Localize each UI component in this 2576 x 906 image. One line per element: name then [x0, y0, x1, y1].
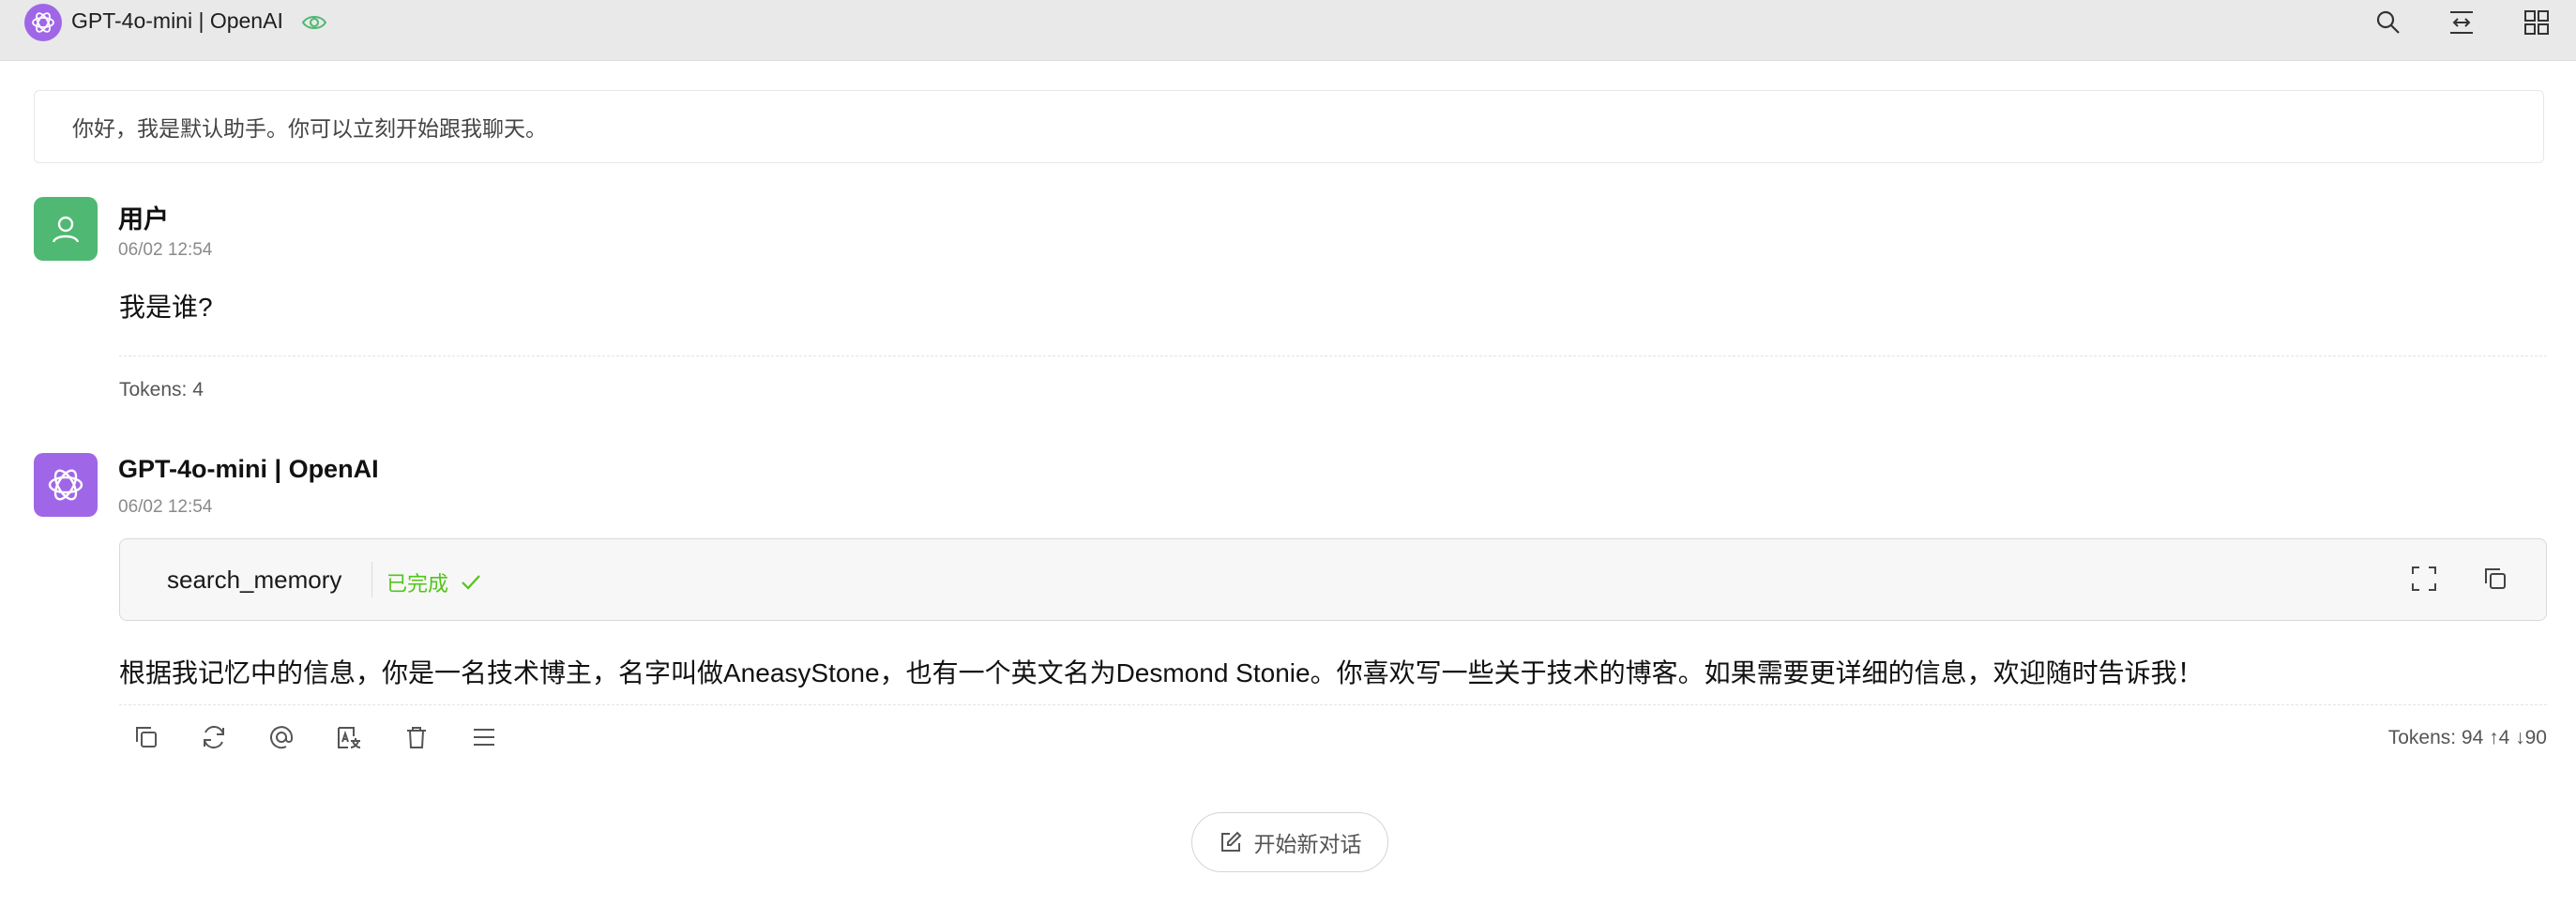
user-icon: [52, 216, 80, 243]
check-icon: [462, 575, 480, 590]
header-title: GPT-4o-mini | OpenAI: [71, 8, 283, 33]
openai-logo-icon: [24, 4, 62, 41]
openai-logo-icon: [48, 469, 83, 501]
new-chat-label: 开始新对话: [1253, 832, 1362, 856]
edit-icon: [1220, 831, 1241, 852]
tool-status-label: 已完成: [386, 572, 449, 596]
message-divider: [119, 355, 2547, 356]
welcome-text: 你好，我是默认助手。你可以立刻开始跟我聊天。: [72, 116, 547, 141]
regenerate-icon[interactable]: [195, 718, 233, 756]
eye-icon[interactable]: [300, 8, 328, 41]
assistant-avatar: [34, 453, 98, 517]
search-icon[interactable]: [2368, 4, 2409, 41]
assistant-name: GPT-4o-mini | OpenAI: [118, 455, 379, 483]
copy-icon[interactable]: [128, 718, 165, 756]
tool-call-card[interactable]: search_memory 已完成: [119, 538, 2547, 621]
tool-name: search_memory: [167, 566, 342, 594]
delete-icon[interactable]: [398, 718, 435, 756]
tool-status: 已完成: [386, 567, 482, 597]
expand-icon[interactable]: [2405, 560, 2443, 597]
swap-icon[interactable]: [2441, 4, 2482, 41]
user-message-text: 我是谁?: [119, 293, 213, 322]
user-message-time: 06/02 12:54: [118, 240, 213, 260]
assistant-message-time: 06/02 12:54: [118, 497, 213, 517]
menu-icon[interactable]: [465, 718, 503, 756]
top-bar: GPT-4o-mini | OpenAI: [0, 0, 2576, 61]
user-name: 用户: [118, 205, 169, 234]
copy-icon[interactable]: [2477, 560, 2514, 597]
user-token-count: Tokens: 4: [119, 379, 204, 400]
tool-separator: [371, 562, 372, 597]
new-chat-button[interactable]: 开始新对话: [1191, 812, 1388, 872]
grid-icon[interactable]: [2516, 4, 2557, 41]
welcome-message: 你好，我是默认助手。你可以立刻开始跟我聊天。: [34, 90, 2544, 163]
mention-icon[interactable]: [263, 718, 300, 756]
user-avatar: [34, 197, 98, 261]
translate-icon[interactable]: [330, 718, 368, 756]
assistant-message-text: 根据我记忆中的信息，你是一名技术博主，名字叫做AneasyStone，也有一个英…: [119, 658, 2204, 687]
message-divider: [119, 704, 2547, 705]
assistant-token-count: Tokens: 94 ↑4 ↓90: [2387, 727, 2547, 748]
